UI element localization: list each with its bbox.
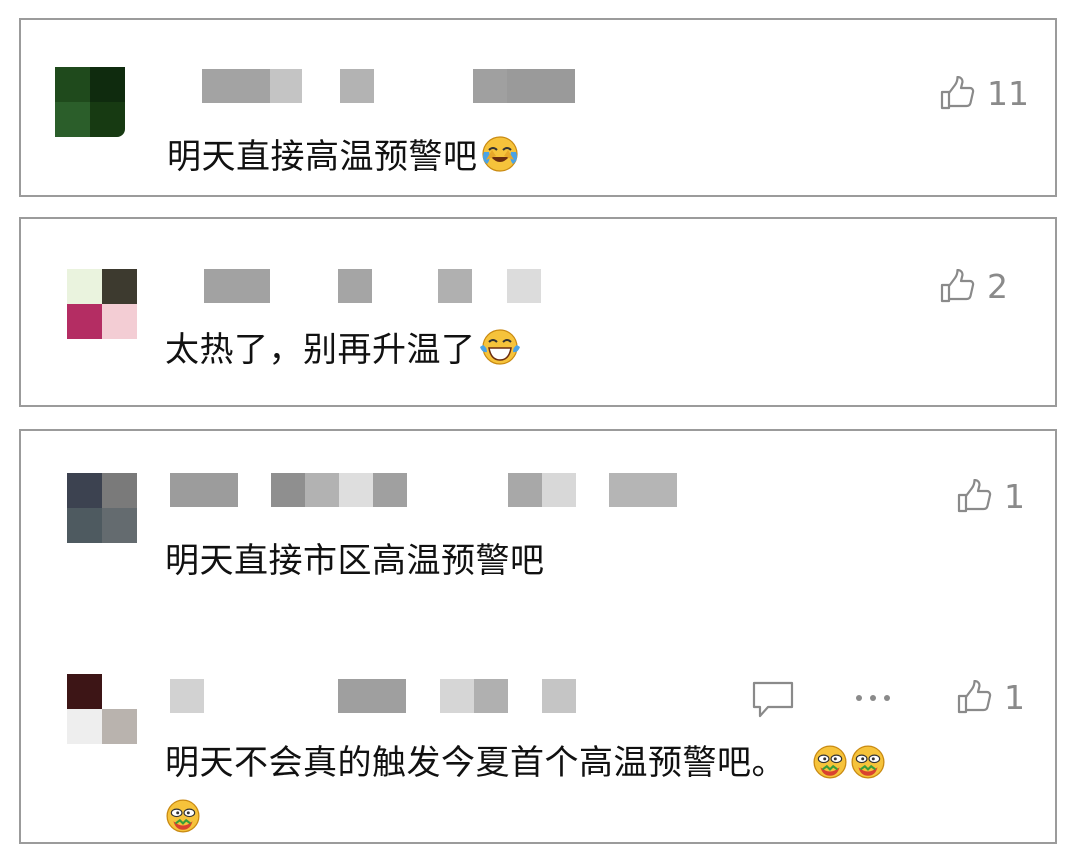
comment-item: 太热了，别再升温了 2 xyxy=(21,219,1055,405)
comment-body: 明天直接市区高温预警吧 xyxy=(165,541,545,581)
comment-text: 明天直接高温预警吧 xyxy=(167,134,520,186)
like-button[interactable]: 11 xyxy=(939,74,1029,113)
like-button[interactable]: 2 xyxy=(939,267,1008,306)
more-dots-icon xyxy=(856,695,890,701)
comment-body: 明天直接高温预警吧 xyxy=(167,137,478,177)
thumbs-up-icon xyxy=(940,75,975,109)
thumbs-up-icon xyxy=(940,268,975,302)
username-blurred xyxy=(170,679,590,713)
comment-item: 明天直接高温预警吧 11 xyxy=(21,20,1055,195)
like-button[interactable]: 1 xyxy=(956,678,1025,717)
comment-body: 太热了，别再升温了 xyxy=(165,330,476,370)
comment-card: 明天直接高温预警吧 11 xyxy=(19,18,1057,197)
avatar[interactable] xyxy=(55,67,125,137)
like-count: 1 xyxy=(1004,477,1025,516)
thumbs-up-icon xyxy=(957,679,992,713)
comment-item: 明天直接市区高温预警吧 1 xyxy=(21,431,1055,631)
username-blurred xyxy=(170,473,690,507)
like-button[interactable]: 1 xyxy=(956,477,1025,516)
comment-text-continued xyxy=(165,794,201,838)
comment-item: 1 明天不会真的触发今夏首个高温预警吧。 xyxy=(21,656,1055,842)
comment-card: 明天直接市区高温预警吧 1 1 明天不会真的触发今夏首个高温预警吧。 xyxy=(19,429,1057,844)
more-button[interactable] xyxy=(853,692,897,704)
avatar[interactable] xyxy=(67,269,137,339)
like-count: 2 xyxy=(987,267,1008,306)
hot-face-emoji xyxy=(165,798,201,838)
comment-text: 明天不会真的触发今夏首个高温预警吧。 xyxy=(165,740,886,792)
like-count: 11 xyxy=(987,74,1029,113)
like-count: 1 xyxy=(1004,678,1025,717)
reply-button[interactable] xyxy=(751,680,795,720)
comment-text: 太热了，别再升温了 xyxy=(165,327,522,379)
hot-face-emoji xyxy=(850,744,886,792)
username-blurred xyxy=(202,69,622,103)
tears-of-joy-emoji xyxy=(478,327,522,379)
thumbs-up-icon xyxy=(957,478,992,512)
crying-laughing-emoji xyxy=(480,134,520,186)
comment-card: 太热了，别再升温了 2 xyxy=(19,217,1057,407)
comment-body: 明天不会真的触发今夏首个高温预警吧。 xyxy=(165,743,786,783)
hot-face-emoji xyxy=(812,744,848,792)
avatar[interactable] xyxy=(67,674,137,744)
avatar[interactable] xyxy=(67,473,137,543)
username-blurred xyxy=(204,269,564,303)
chat-bubble-icon xyxy=(752,681,794,718)
comment-text: 明天直接市区高温预警吧 xyxy=(165,538,545,584)
